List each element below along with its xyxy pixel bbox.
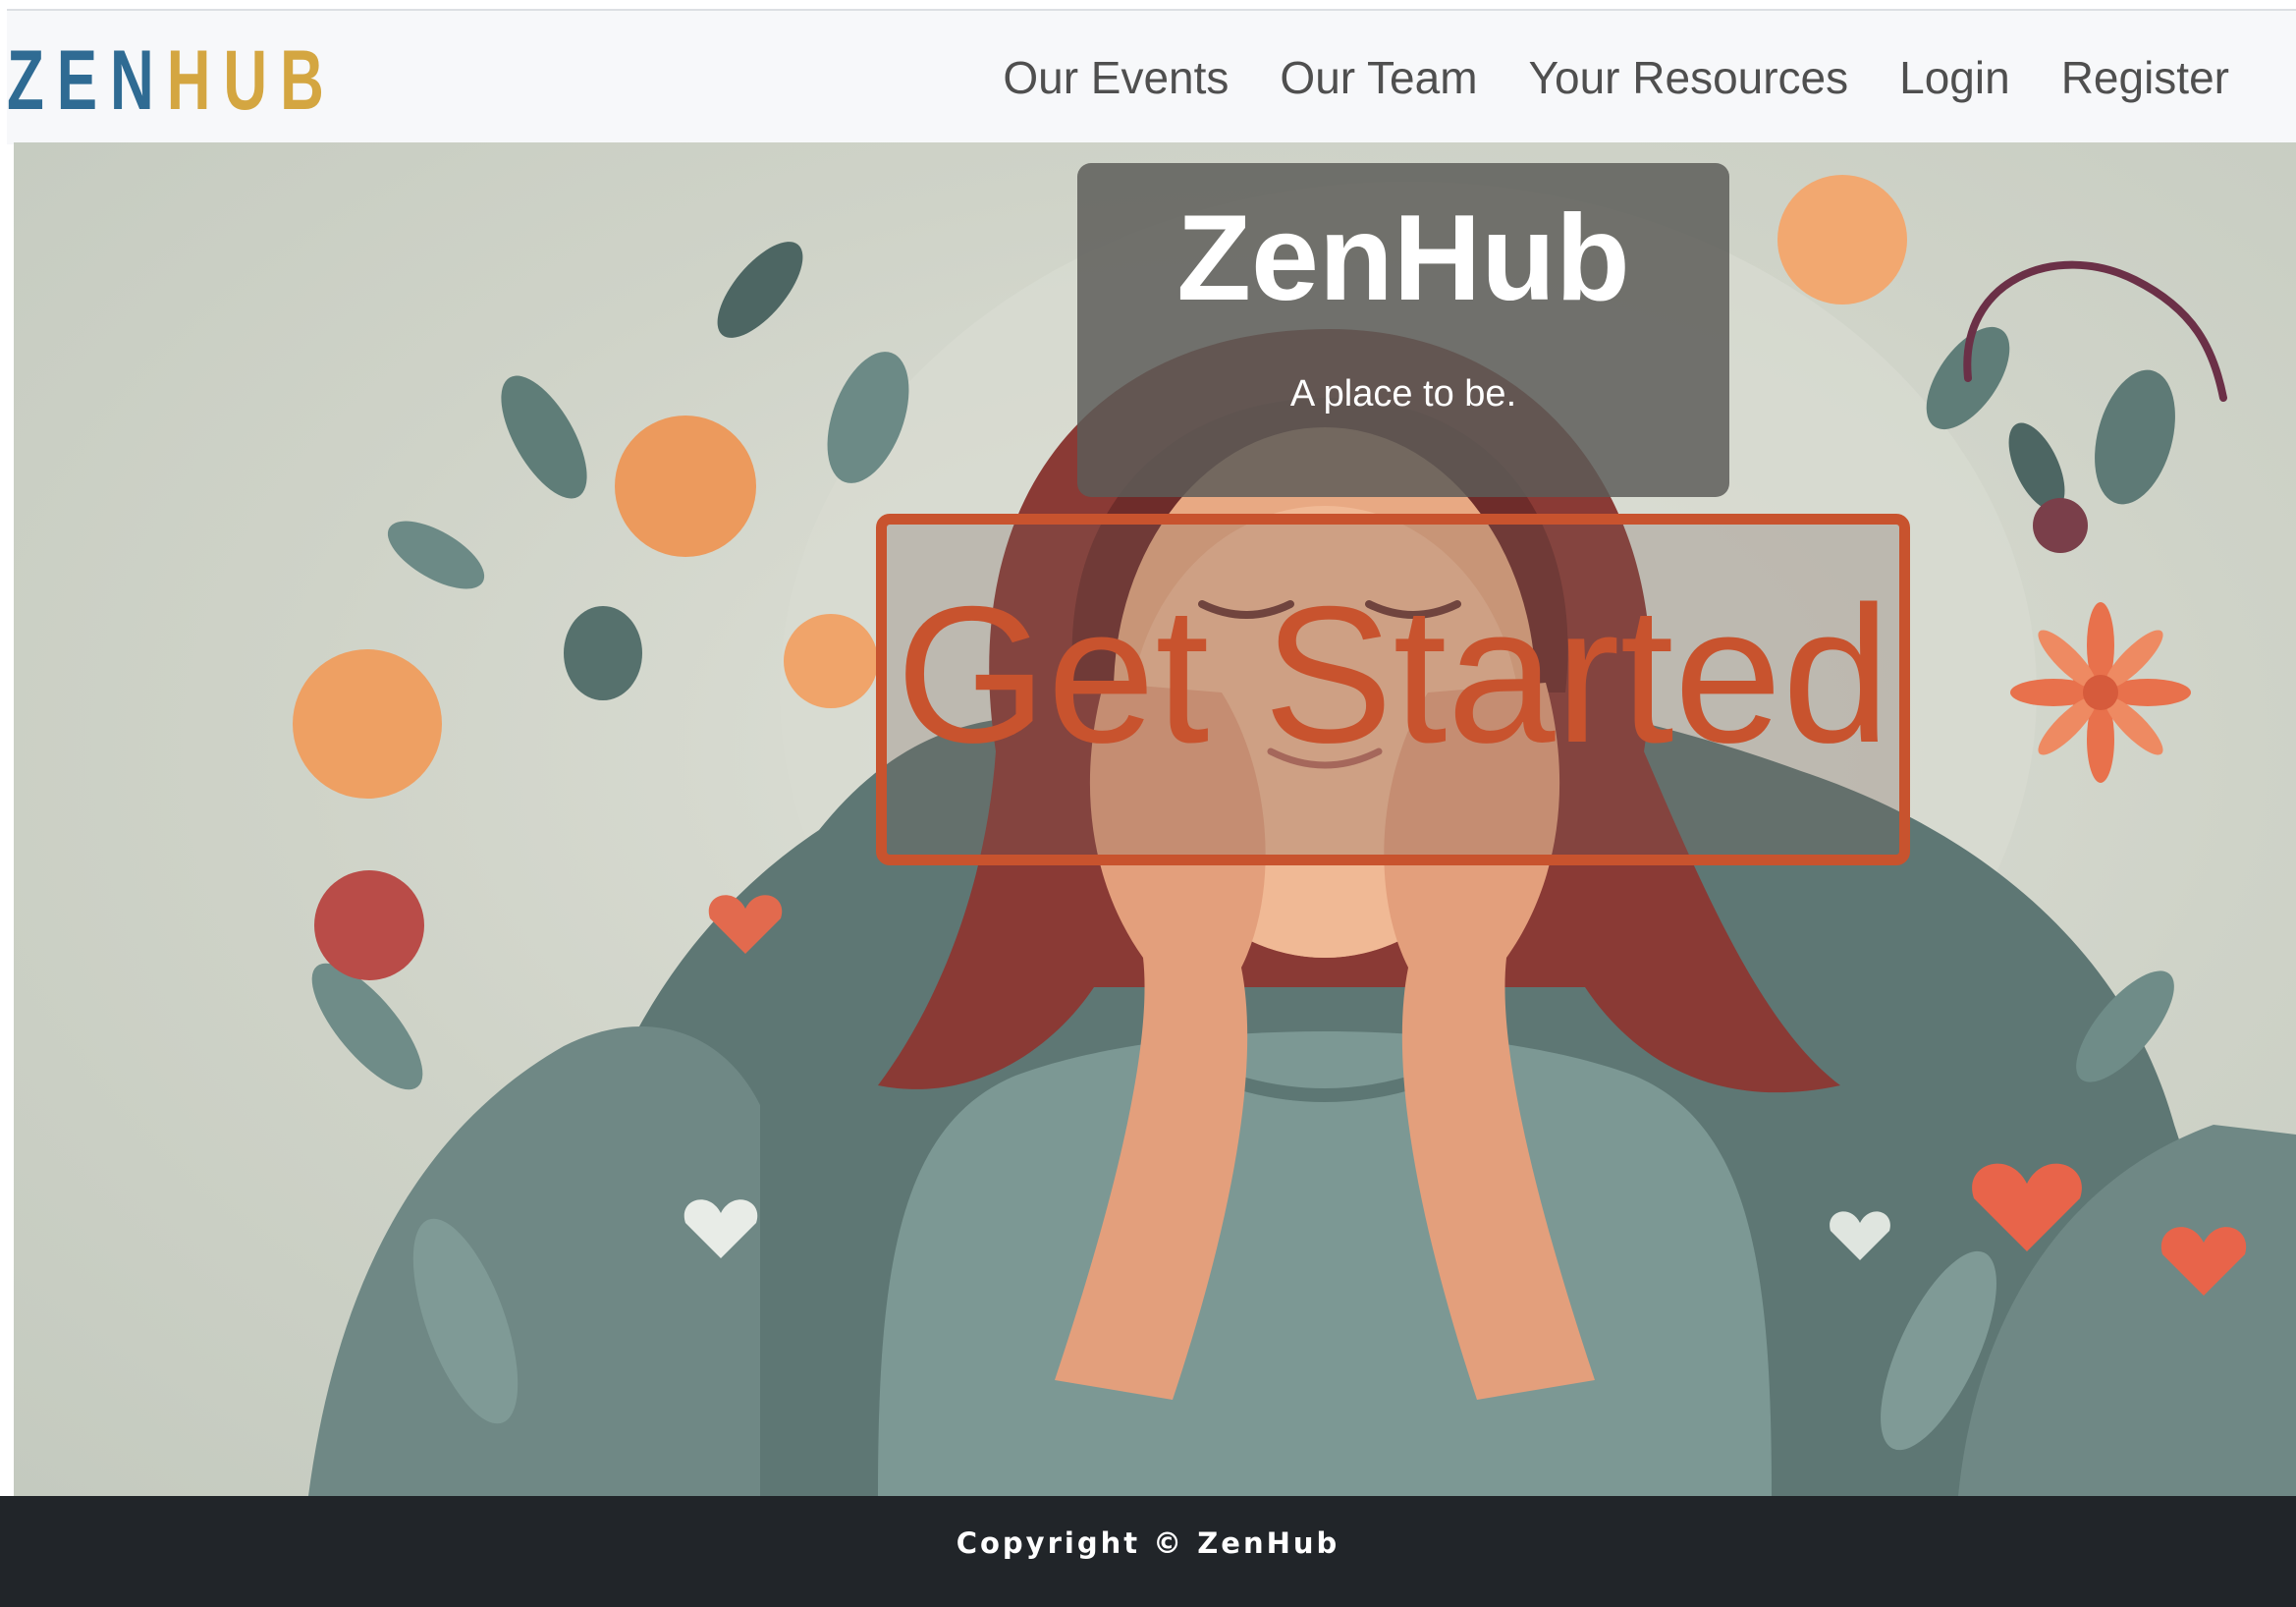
brand-logo-zen: ZEN bbox=[7, 32, 167, 128]
copyright-text: Copyright © ZenHub bbox=[956, 1525, 1340, 1560]
get-started-label: Get Started bbox=[896, 566, 1890, 783]
nav-link-our-team[interactable]: Our Team bbox=[1280, 51, 1477, 104]
nav-link-login[interactable]: Login bbox=[1899, 51, 2010, 104]
nav-link-our-events[interactable]: Our Events bbox=[1003, 51, 1229, 104]
brand-logo[interactable]: ZEN HUB bbox=[7, 33, 337, 128]
nav-link-register[interactable]: Register bbox=[2061, 51, 2229, 104]
footer: Copyright © ZenHub bbox=[0, 1496, 2296, 1607]
nav-links: Our Events Our Team Your Resources Login… bbox=[1003, 11, 2229, 144]
hero-section: ZenHub A place to be. Get Started bbox=[14, 142, 2296, 1496]
hero-subtitle: A place to be. bbox=[1289, 373, 1517, 415]
top-navbar: ZEN HUB Our Events Our Team Your Resource… bbox=[7, 9, 2296, 144]
brand-logo-hub: HUB bbox=[166, 32, 337, 128]
nav-link-your-resources[interactable]: Your Resources bbox=[1529, 51, 1849, 104]
get-started-button[interactable]: Get Started bbox=[876, 514, 1910, 865]
hero-title: ZenHub bbox=[1176, 191, 1630, 326]
hero-title-card: ZenHub A place to be. bbox=[1077, 163, 1729, 497]
